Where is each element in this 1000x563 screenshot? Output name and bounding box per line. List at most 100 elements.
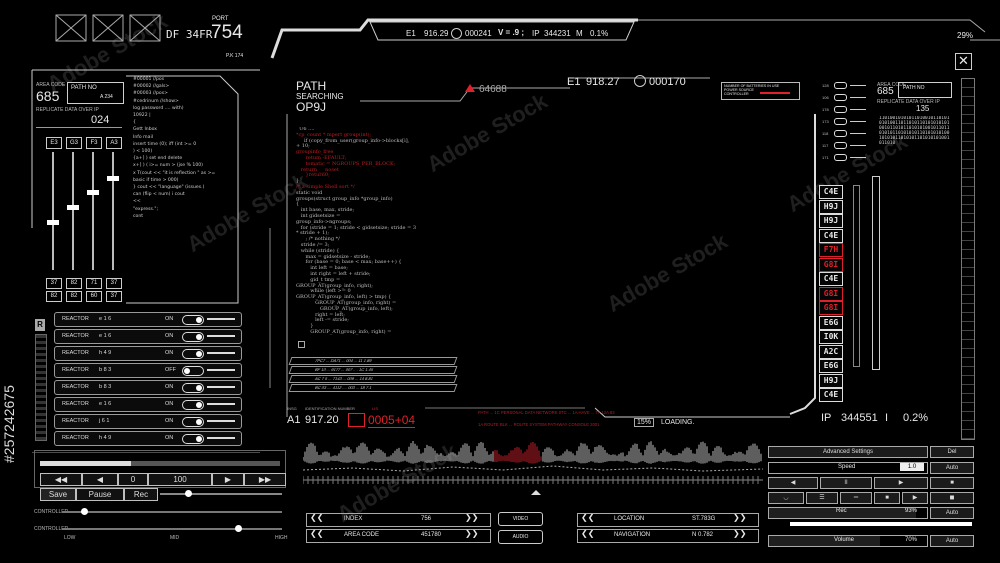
step-fwd-button[interactable]: ▶ (874, 477, 928, 489)
rec-auto-button[interactable]: Auto (930, 507, 974, 519)
volume-slider[interactable] (768, 535, 928, 547)
index-chev-left[interactable]: ❮❮ (310, 513, 323, 522)
red-value: 0005+04 (368, 413, 416, 428)
right-toggle[interactable] (834, 154, 847, 161)
save-button[interactable]: Save (40, 488, 76, 501)
step-back-button[interactable]: ◀ (768, 477, 818, 489)
location-chev-left[interactable]: ❮❮ (581, 513, 594, 522)
speed-auto-button[interactable]: Auto (930, 462, 974, 474)
record-button[interactable]: ◼ (930, 492, 974, 504)
square-button[interactable]: ■ (874, 492, 900, 504)
volume-auto-button[interactable]: Auto (930, 535, 974, 547)
index-chev-right[interactable]: ❯❯ (465, 513, 478, 522)
reactor-toggle[interactable] (182, 332, 204, 342)
slider-track[interactable] (92, 152, 94, 270)
reactor-row[interactable]: REACTOR j 6 1 ON (54, 414, 242, 429)
reactor-toggle[interactable] (182, 417, 204, 427)
reactor-row[interactable]: REACTOR e 1 6 ON (54, 312, 242, 327)
code-tag: I0K (819, 330, 843, 344)
slider-track[interactable] (112, 152, 114, 270)
top-ip-label: IP (532, 29, 540, 38)
progress-track[interactable] (40, 461, 280, 466)
start-field[interactable]: 0 (118, 473, 148, 486)
right-toggle-line (850, 85, 866, 86)
close-icon[interactable]: ✕ (955, 53, 972, 70)
controller-1-slider[interactable] (62, 508, 282, 515)
play-small-button[interactable]: ▶ (902, 492, 928, 504)
reactor-toggle[interactable] (182, 400, 204, 410)
reactor-level (207, 352, 235, 354)
area-code-value: 685 (36, 88, 60, 104)
right-toggle[interactable] (834, 142, 847, 149)
slider-knob[interactable] (47, 220, 59, 226)
navigation-chev-left[interactable]: ❮❮ (581, 529, 594, 538)
right-toggle[interactable] (834, 106, 847, 113)
rewind-button[interactable]: ◀◀ (40, 473, 82, 486)
video-button[interactable]: VIDEO (498, 512, 543, 526)
slider-track[interactable] (72, 152, 74, 270)
right-toggle[interactable] (834, 130, 847, 137)
port-sub: P.K 174 (226, 53, 244, 59)
slider-value: 82 (46, 291, 62, 302)
slider-knob[interactable] (67, 205, 79, 211)
reactor-toggle[interactable] (182, 383, 204, 393)
aux-slider[interactable] (160, 490, 282, 497)
area-chev-left[interactable]: ❮❮ (310, 529, 323, 538)
reactor-row[interactable]: REACTOR b 8 3 ON (54, 380, 242, 395)
advanced-settings-button[interactable]: Advanced Settings (768, 446, 928, 458)
slider-knob[interactable] (107, 175, 119, 181)
red-bar (348, 413, 365, 427)
controller-2-slider[interactable] (62, 525, 282, 532)
loop-button[interactable]: ◡ (768, 492, 804, 504)
reactor-toggle[interactable] (182, 434, 204, 444)
notes-panel: #00001 //pos #00002 //gals> #00003 //pos> #… (130, 74, 226, 234)
path-no-sub: A 234 (100, 94, 113, 100)
readout-tiny-a: INSG (287, 406, 297, 411)
play-button[interactable]: ▶ (212, 473, 244, 486)
slider-label-f3: F3 (86, 137, 102, 149)
list-button[interactable]: ═ (840, 492, 872, 504)
rec-level-bar (790, 522, 972, 526)
slider-knob[interactable] (87, 189, 99, 195)
top-m-label: M (576, 29, 583, 38)
slider-value: 82 (66, 291, 82, 302)
area-label: AREA CODE (344, 532, 380, 538)
path-clock-icon (634, 75, 646, 87)
right-toggle[interactable] (834, 82, 847, 89)
area-chev-right[interactable]: ❯❯ (465, 529, 478, 538)
reactor-toggle[interactable] (182, 349, 204, 359)
right-toggle[interactable] (834, 94, 847, 101)
reactor-row[interactable]: REACTOR e 1 6 ON (54, 329, 242, 344)
right-toggle[interactable] (834, 118, 847, 125)
ffwd-button[interactable]: ▶▶ (244, 473, 286, 486)
navigation-chev-right[interactable]: ❯❯ (733, 529, 746, 538)
note-line: x T(cout << "it is reflection " as >= ba… (133, 170, 216, 183)
slider-value: 37 (46, 278, 62, 289)
reactor-name: REACTOR (62, 401, 89, 407)
code-line: GROUP_AT(group_info, right) = (296, 328, 392, 335)
del-button[interactable]: Del (930, 446, 974, 458)
reactor-toggle[interactable] (182, 315, 204, 325)
reactor-row[interactable]: REACTOR e 1 6 ON (54, 397, 242, 412)
stock-id: #257242675 (1, 385, 17, 463)
speed-value[interactable]: 1.0 (900, 463, 924, 471)
reactor-row[interactable]: REACTOR h 4 9 ON (54, 346, 242, 361)
rec-slider[interactable] (768, 507, 928, 519)
back-button[interactable]: ◀ (82, 473, 118, 486)
reactor-toggle[interactable] (182, 366, 204, 376)
checkbox[interactable] (298, 341, 305, 348)
reactor-row[interactable]: REACTOR h 4 9 ON (54, 431, 242, 446)
end-field[interactable]: 100 (148, 473, 212, 486)
reactor-row[interactable]: REACTOR b 8 3 OFF (54, 363, 242, 378)
replicate-value: 024 (91, 114, 110, 126)
index-label: INDEX (344, 516, 363, 522)
rec-button[interactable]: Rec (124, 488, 158, 501)
slider-track[interactable] (52, 152, 54, 270)
audio-button[interactable]: AUDIO (498, 530, 543, 544)
pause-small-button[interactable]: II (820, 477, 872, 489)
menu-button[interactable]: ☰ (806, 492, 838, 504)
pause-button[interactable]: Pause (76, 488, 124, 501)
reactor-state: ON (165, 418, 174, 424)
stop-button[interactable]: ■ (930, 477, 974, 489)
location-chev-right[interactable]: ❯❯ (733, 513, 746, 522)
